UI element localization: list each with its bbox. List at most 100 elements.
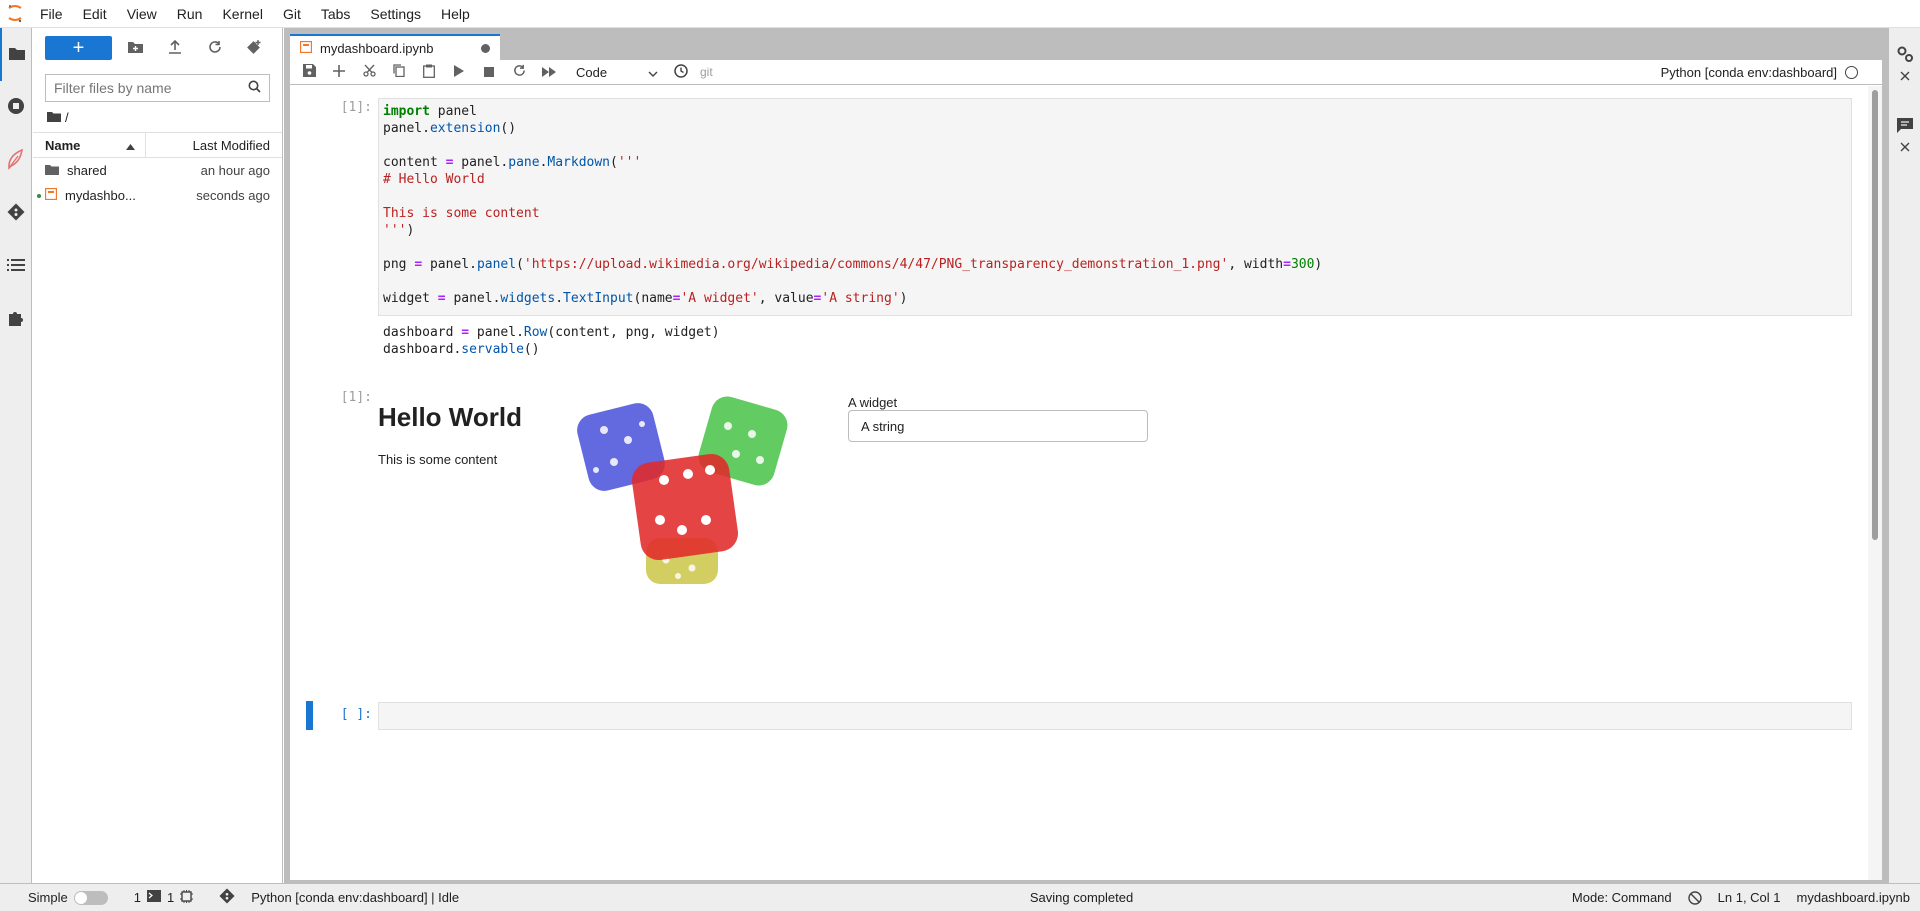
widget-label: A widget [848,395,898,410]
menu-settings[interactable]: Settings [360,0,431,28]
breadcrumb-root[interactable]: / [65,110,69,125]
save-icon [302,64,316,80]
file-filter-input[interactable] [54,80,248,96]
restart-kernel-button[interactable] [504,60,534,84]
left-activity-bar [0,28,32,883]
running-sessions-tab[interactable] [0,81,32,134]
menu-edit[interactable]: Edit [73,0,117,28]
refresh-button[interactable] [199,36,231,60]
code-token: pane [508,155,540,170]
empty-code-cell-editor[interactable] [378,702,1852,730]
menu-help[interactable]: Help [431,0,480,28]
code-token: ( [610,155,618,170]
kernel-name: Python [conda env:dashboard] [1660,65,1837,80]
menu-tabs[interactable]: Tabs [311,0,361,28]
code-token: () [523,342,540,357]
code-cell-editor[interactable]: import panel panel.extension() content =… [378,98,1852,357]
copy-button[interactable] [384,60,414,84]
status-bar: Simple 1 1 Python [conda env:dashboard] … [0,883,1920,911]
close-icon[interactable] [1900,140,1910,155]
kernel-indicator[interactable]: Python [conda env:dashboard] [1661,60,1858,85]
menu-file[interactable]: File [30,0,73,28]
code-token: ) [1314,257,1323,272]
git-history-button[interactable] [666,60,696,84]
code-token: = [414,257,423,272]
clock-icon [674,63,688,81]
code-token: ''' [617,155,642,170]
run-cell-button[interactable] [444,60,474,84]
folder-icon[interactable] [47,110,61,125]
stop-circle-icon [7,97,25,118]
play-icon [454,64,464,80]
file-browser-tab[interactable] [0,28,32,81]
new-folder-button[interactable] [120,36,152,60]
jupyter-logo-icon[interactable] [0,0,30,28]
unsaved-indicator-icon[interactable] [481,43,490,53]
file-filter-box [45,74,270,102]
menu-run[interactable]: Run [167,0,213,28]
kernel-chip-icon [180,889,194,906]
cell-type-value: Code [576,64,608,80]
git-diff-label[interactable]: git [700,65,713,79]
simple-mode-label: Simple [28,890,68,905]
output-paragraph: This is some content [378,452,498,467]
text-input-widget[interactable] [848,410,1148,442]
code-token: dashboard [383,325,462,340]
cut-button[interactable] [354,60,384,84]
menu-view[interactable]: View [117,0,167,28]
output-prompt: [1]: [340,390,372,405]
vertical-scrollbar[interactable] [1868,86,1882,880]
kernel-status-text[interactable]: Python [conda env:dashboard] | Idle [243,890,467,905]
close-icon[interactable] [1900,69,1910,84]
git-clone-button[interactable] [238,36,270,60]
save-button[interactable] [294,60,324,84]
restart-run-all-button[interactable] [534,60,564,84]
code-token: dashboard. [383,342,462,357]
upload-button[interactable] [159,36,191,60]
scrollbar-thumb[interactable] [1872,90,1878,540]
paste-button[interactable] [414,60,444,84]
main-dock-area: mydashboard.ipynb Code git Python [conda… [284,28,1888,883]
git-tab[interactable] [0,187,32,240]
leaf-icon [6,148,26,173]
debugger-tab[interactable] [1889,118,1920,155]
property-inspector-tab[interactable] [1889,46,1920,84]
cursor-position[interactable]: Ln 1, Col 1 [1710,890,1789,905]
code-token: 'A widget' [680,291,759,306]
menu-bar: File Edit View Run Kernel Git Tabs Setti… [0,0,1920,28]
simple-mode-toggle[interactable]: Simple [0,890,116,905]
terminal-count[interactable]: 1 1 [116,889,201,906]
stop-icon [484,65,494,80]
code-token: () [500,121,517,136]
code-token: panel. [445,291,501,306]
terminal-count-value: 1 [133,890,141,905]
interrupt-kernel-button[interactable] [474,60,504,84]
terminal-icon [146,890,161,905]
extension-tab[interactable] [0,134,32,187]
menu-kernel[interactable]: Kernel [212,0,272,28]
trusted-icon[interactable] [1680,890,1710,905]
git-icon [219,888,235,907]
code-token: 'A string' [821,291,900,306]
notebook-panel: Code git Python [conda env:dashboard] [1… [290,60,1882,880]
file-row-mydashboard[interactable]: mydashbo... seconds ago [33,183,282,208]
file-row-shared[interactable]: shared an hour ago [33,158,282,183]
notebook-icon [299,40,313,56]
running-indicator [37,194,41,198]
toggle-switch[interactable] [73,890,108,905]
extension-manager-tab[interactable] [0,293,32,346]
menu-git[interactable]: Git [273,0,311,28]
column-modified-header[interactable]: Last Modified [146,138,282,153]
code-token: servable [461,342,524,357]
code-token: # Hello World [383,172,485,187]
notebook-tab[interactable]: mydashboard.ipynb [290,34,500,60]
code-token: panel. [422,257,477,272]
new-launcher-button[interactable]: + [45,36,112,60]
column-name-header[interactable]: Name [33,133,146,157]
table-of-contents-tab[interactable] [0,240,32,293]
insert-cell-button[interactable] [324,60,354,84]
cell-type-select[interactable]: Code [568,62,662,82]
git-status[interactable] [201,888,243,907]
notebook-mode[interactable]: Mode: Command [1564,890,1680,905]
code-token: widget [383,291,438,306]
